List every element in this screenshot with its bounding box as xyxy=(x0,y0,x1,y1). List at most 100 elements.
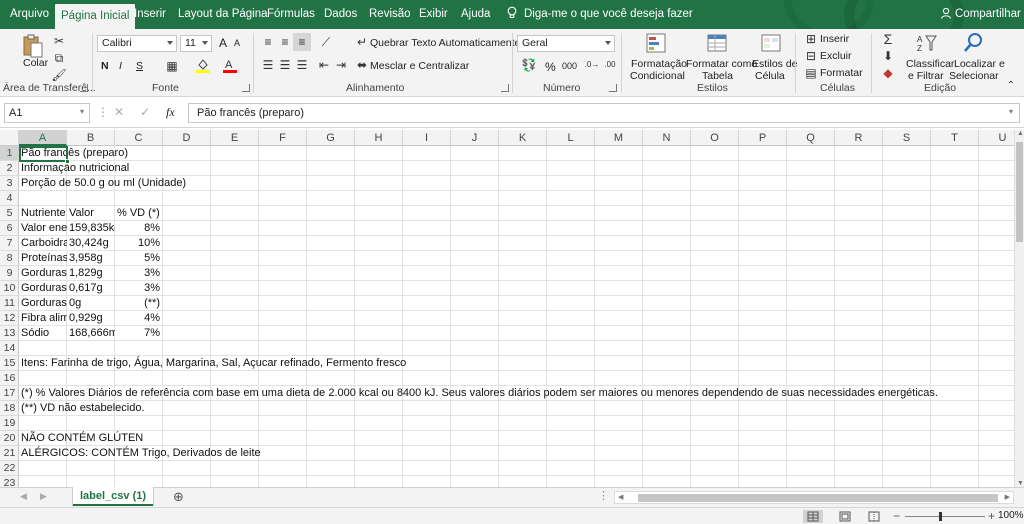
fill-icon[interactable]: ⬇ xyxy=(879,47,897,65)
sort-filter-label-1[interactable]: Classificar xyxy=(906,58,954,70)
cell-a7[interactable]: Carboidratos xyxy=(19,236,67,251)
alignment-launcher-icon[interactable] xyxy=(501,84,509,92)
format-cells-button[interactable]: Formatar xyxy=(820,67,863,79)
row-header-22[interactable]: 22 xyxy=(0,461,19,476)
align-bottom-icon[interactable]: ≡ xyxy=(293,33,311,51)
column-header-p[interactable]: P xyxy=(739,130,787,146)
cell-b7[interactable]: 30,424g xyxy=(67,236,115,251)
row-header-18[interactable]: 18 xyxy=(0,401,19,416)
row-header-14[interactable]: 14 xyxy=(0,341,19,356)
cell-styles-label-2[interactable]: Célula xyxy=(755,70,785,82)
column-header-k[interactable]: K xyxy=(499,130,547,146)
column-header-f[interactable]: F xyxy=(259,130,307,146)
find-select-icon[interactable] xyxy=(962,32,984,54)
vertical-scroll-thumb[interactable] xyxy=(1016,142,1023,242)
cell-b11[interactable]: 0g xyxy=(67,296,115,311)
format-cells-icon[interactable]: ▤ xyxy=(802,64,820,82)
increase-indent-icon[interactable]: ⇥ xyxy=(332,56,350,74)
cell-a8[interactable]: Proteínas xyxy=(19,251,67,266)
column-header-s[interactable]: S xyxy=(883,130,931,146)
insert-function-button[interactable]: fx xyxy=(166,105,175,120)
grow-font-button[interactable]: A xyxy=(219,36,227,50)
cell-a20[interactable]: NÃO CONTÉM GLÚTEN xyxy=(19,431,143,446)
row-header-16[interactable]: 16 xyxy=(0,371,19,386)
row-header-8[interactable]: 8 xyxy=(0,251,19,266)
row-header-19[interactable]: 19 xyxy=(0,416,19,431)
column-header-g[interactable]: G xyxy=(307,130,355,146)
orientation-icon[interactable]: ⟋ xyxy=(317,33,335,51)
column-header-i[interactable]: I xyxy=(403,130,451,146)
tab-ajuda[interactable]: Ajuda xyxy=(461,0,490,29)
cell-b12[interactable]: 0,929g xyxy=(67,311,115,326)
spreadsheet-grid[interactable]: ABCDEFGHIJKLMNOPQRSTU 1 2 3 4 5 6 7 8 9 10 11 12 13 1… xyxy=(0,130,1014,487)
insert-cells-button[interactable]: Inserir xyxy=(820,33,849,45)
row-header-12[interactable]: 12 xyxy=(0,311,19,326)
page-break-view-icon[interactable] xyxy=(864,510,884,523)
align-left-icon[interactable]: ☰ xyxy=(259,56,277,74)
share-button[interactable]: Compartilhar xyxy=(955,0,1021,29)
scroll-up-icon[interactable]: ▲ xyxy=(1017,130,1024,137)
font-color-icon[interactable]: A xyxy=(221,57,239,75)
column-header-e[interactable]: E xyxy=(211,130,259,146)
find-select-label-2[interactable]: Selecionar xyxy=(949,70,999,82)
column-header-t[interactable]: T xyxy=(931,130,979,146)
column-header-r[interactable]: R xyxy=(835,130,883,146)
select-all-corner[interactable] xyxy=(0,130,19,146)
cell-a18[interactable]: (**) VD não estabelecido. xyxy=(19,401,145,416)
decrease-indent-icon[interactable]: ⇤ xyxy=(315,56,333,74)
italic-button[interactable]: I xyxy=(119,60,122,72)
zoom-slider-thumb[interactable] xyxy=(939,512,942,521)
wrap-text-icon[interactable]: ↵ xyxy=(353,33,371,51)
zoom-level[interactable]: 100% xyxy=(998,510,1024,521)
cell-a17[interactable]: (*) % Valores Diários de referência com … xyxy=(19,386,938,401)
page-layout-view-icon[interactable] xyxy=(835,510,855,523)
wrap-text-button[interactable]: Quebrar Texto Automaticamente xyxy=(370,37,520,49)
cut-icon[interactable]: ✂ xyxy=(50,32,68,50)
delete-cells-button[interactable]: Excluir xyxy=(820,50,852,62)
sheet-tab[interactable]: label_csv (1) xyxy=(73,487,153,506)
tell-me-search[interactable]: Diga-me o que você deseja fazer xyxy=(524,0,693,29)
align-right-icon[interactable]: ☰ xyxy=(293,56,311,74)
cell-a12[interactable]: Fibra alimentar xyxy=(19,311,67,326)
column-header-c[interactable]: C xyxy=(115,130,163,146)
column-header-u[interactable]: U xyxy=(979,130,1014,146)
cell-styles-label-1[interactable]: Estilos de xyxy=(752,58,798,70)
tab-arquivo[interactable]: Arquivo xyxy=(10,0,49,29)
collapse-ribbon-icon[interactable]: ⌃ xyxy=(1002,77,1020,95)
font-size-dropdown[interactable]: 11 xyxy=(180,35,212,52)
sort-filter-label-2[interactable]: e Filtrar xyxy=(908,70,944,82)
cell-c12[interactable]: 4% xyxy=(115,311,163,326)
decrease-decimal-icon[interactable]: .00 xyxy=(601,56,619,74)
cell-styles-icon[interactable] xyxy=(760,32,782,54)
cell-c8[interactable]: 5% xyxy=(115,251,163,266)
tab-layout[interactable]: Layout da Página xyxy=(178,0,268,29)
cell-a21[interactable]: ALÉRGICOS: CONTÉM Trigo, Derivados de le… xyxy=(19,446,261,461)
number-launcher-icon[interactable] xyxy=(609,84,617,92)
row-header-5[interactable]: 5 xyxy=(0,206,19,221)
lightbulb-icon[interactable] xyxy=(507,0,517,29)
row-header-4[interactable]: 4 xyxy=(0,191,19,206)
paste-label[interactable]: Colar xyxy=(23,57,48,69)
cell-a11[interactable]: Gorduras trans xyxy=(19,296,67,311)
row-header-7[interactable]: 7 xyxy=(0,236,19,251)
cell-c7[interactable]: 10% xyxy=(115,236,163,251)
format-table-label-1[interactable]: Formatar como xyxy=(686,58,757,70)
add-sheet-icon[interactable]: ⊕ xyxy=(173,489,184,505)
cell-c9[interactable]: 3% xyxy=(115,266,163,281)
column-header-b[interactable]: B xyxy=(67,130,115,146)
autosum-icon[interactable]: Σ xyxy=(879,30,897,48)
column-header-h[interactable]: H xyxy=(355,130,403,146)
horizontal-scrollbar[interactable]: ◀ ▶ xyxy=(614,491,1014,504)
font-name-dropdown[interactable]: Calibri xyxy=(97,35,177,52)
row-header-3[interactable]: 3 xyxy=(0,176,19,191)
normal-view-icon[interactable] xyxy=(803,510,823,523)
percent-button[interactable]: % xyxy=(545,60,556,74)
align-middle-icon[interactable]: ≡ xyxy=(276,33,294,51)
cell-c6[interactable]: 8% xyxy=(115,221,163,236)
vertical-scrollbar[interactable]: ▲ ▼ xyxy=(1014,130,1024,487)
row-header-21[interactable]: 21 xyxy=(0,446,19,461)
cell-a3[interactable]: Porção de 50.0 g ou ml (Unidade) xyxy=(19,176,186,191)
cancel-icon[interactable]: ✕ xyxy=(114,105,124,119)
tab-inserir[interactable]: Inserir xyxy=(134,0,166,29)
underline-button[interactable]: S xyxy=(136,60,143,72)
